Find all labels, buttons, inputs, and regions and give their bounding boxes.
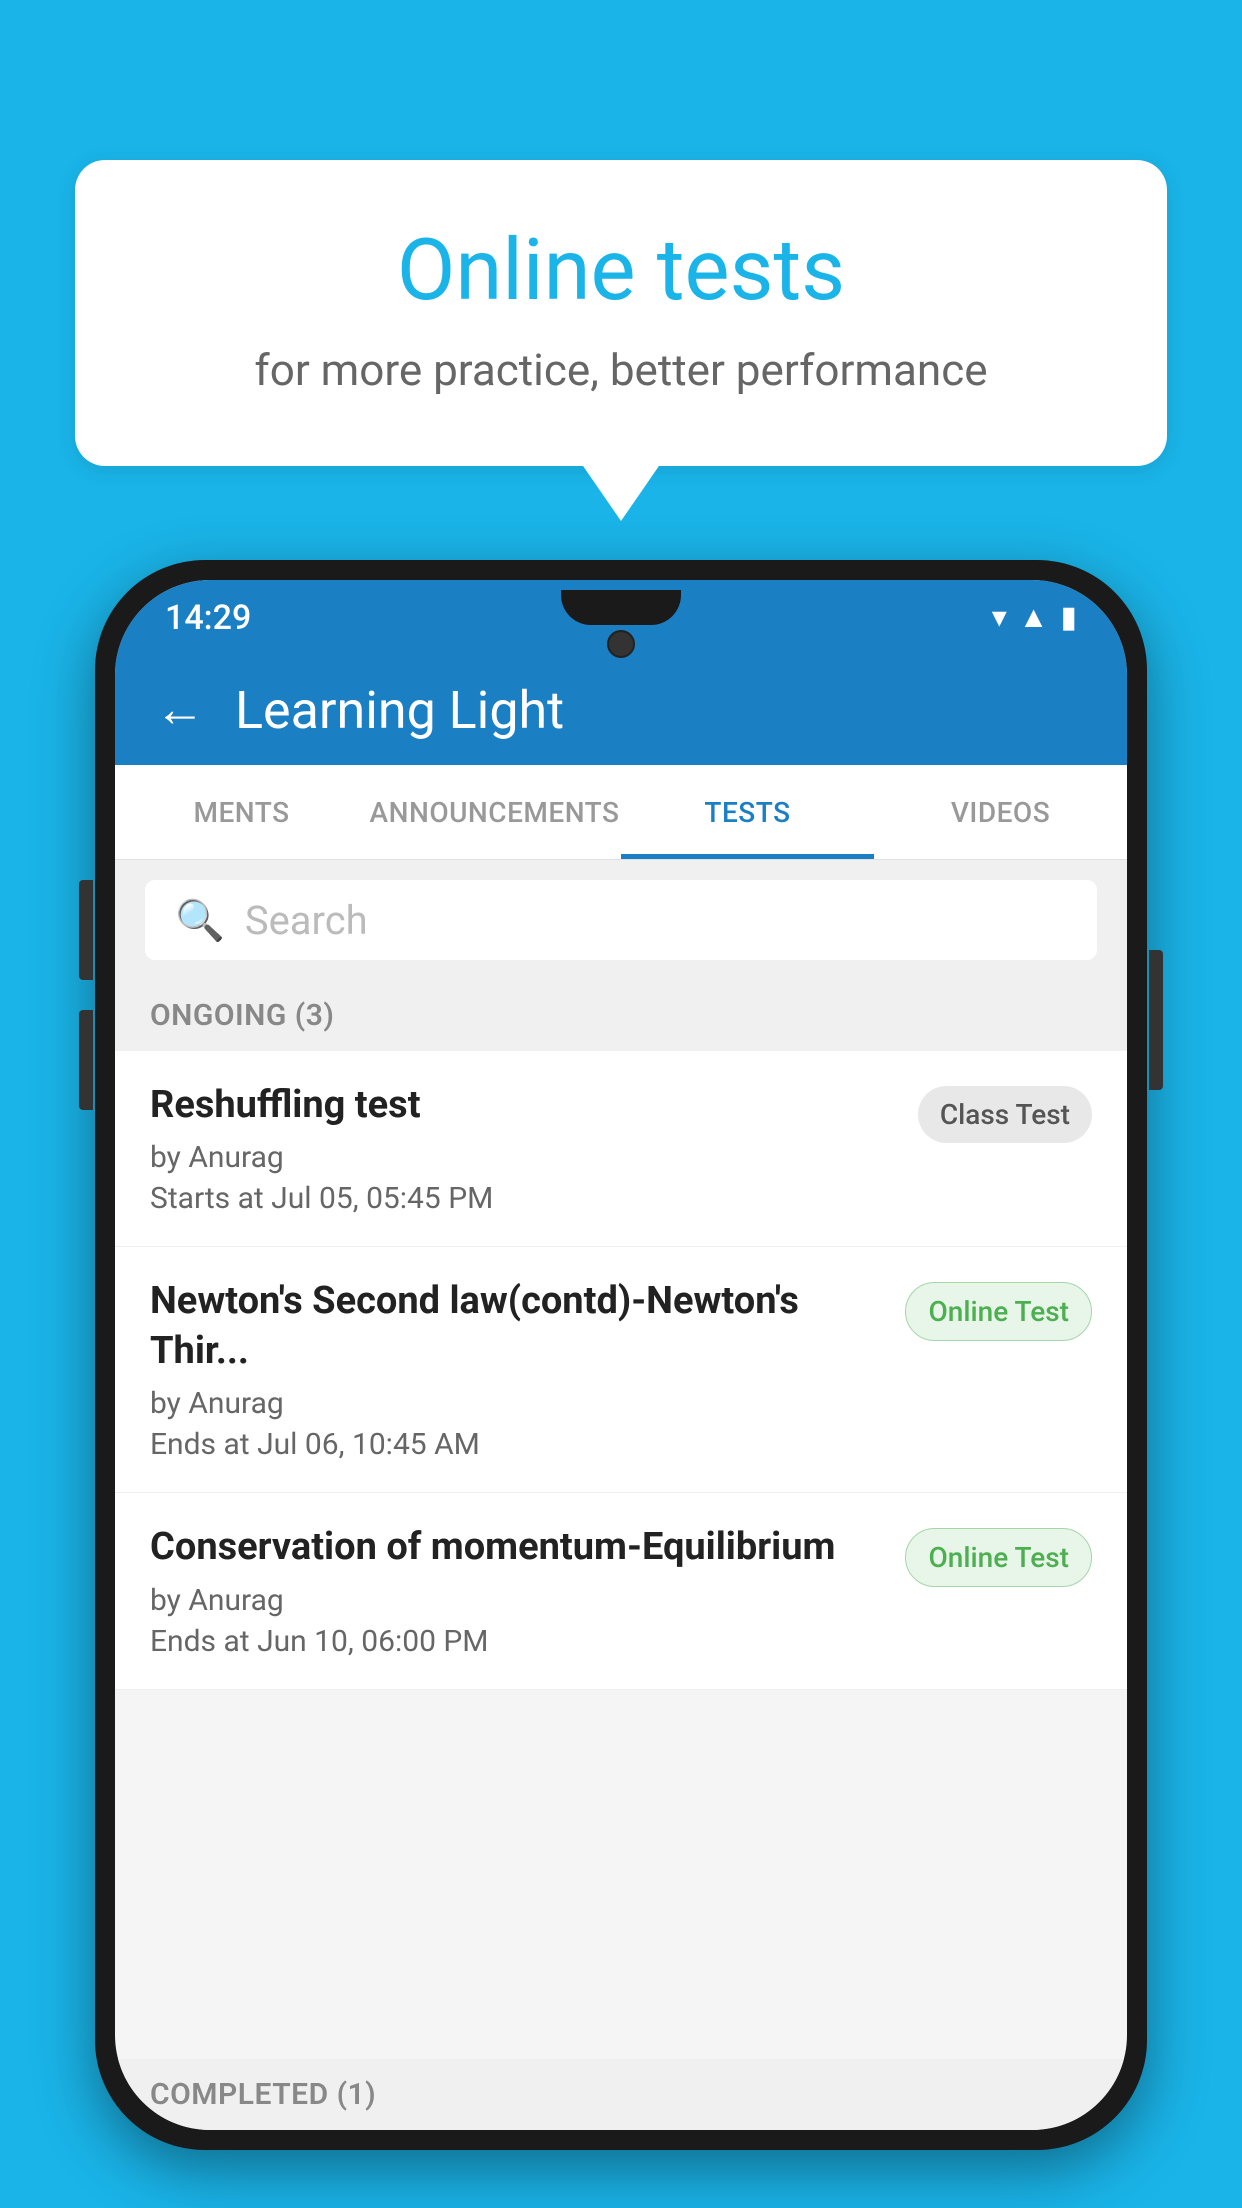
test-item-1[interactable]: Reshuffling test by Anurag Starts at Jul…	[115, 1051, 1127, 1247]
screen-content: 14:29 ▾ ▲ ▮ ← Learning Light MENTS	[115, 580, 1127, 2130]
battery-icon: ▮	[1060, 600, 1077, 635]
test-name-1: Reshuffling test	[150, 1081, 898, 1130]
test-item-3[interactable]: Conservation of momentum-Equilibrium by …	[115, 1493, 1127, 1689]
phone-device: 14:29 ▾ ▲ ▮ ← Learning Light MENTS	[95, 560, 1147, 2150]
app-header: ← Learning Light	[115, 655, 1127, 765]
test-author-3: by Anurag	[150, 1583, 885, 1618]
tabs-bar: MENTS ANNOUNCEMENTS TESTS VIDEOS	[115, 765, 1127, 860]
test-time-2: Ends at Jul 06, 10:45 AM	[150, 1427, 885, 1462]
power-button[interactable]	[1149, 950, 1163, 1090]
tab-tests[interactable]: TESTS	[621, 765, 874, 859]
signal-icon: ▲	[1019, 600, 1049, 635]
test-author-2: by Anurag	[150, 1386, 885, 1421]
search-container: 🔍 Search	[115, 860, 1127, 980]
speech-bubble: Online tests for more practice, better p…	[75, 160, 1167, 466]
test-author-1: by Anurag	[150, 1140, 898, 1175]
volume-up-button[interactable]	[79, 880, 93, 980]
tab-videos[interactable]: VIDEOS	[874, 765, 1127, 859]
app-title: Learning Light	[235, 680, 564, 741]
wifi-icon: ▾	[992, 600, 1007, 635]
test-badge-3: Online Test	[905, 1528, 1092, 1587]
ongoing-section-header: ONGOING (3)	[115, 980, 1127, 1051]
tests-list: Reshuffling test by Anurag Starts at Jul…	[115, 1051, 1127, 1690]
completed-section-header: COMPLETED (1)	[115, 2059, 1127, 2130]
test-info-1: Reshuffling test by Anurag Starts at Jul…	[150, 1081, 898, 1216]
bubble-title: Online tests	[155, 220, 1087, 320]
bubble-subtitle: for more practice, better performance	[155, 344, 1087, 396]
test-time-1: Starts at Jul 05, 05:45 PM	[150, 1181, 898, 1216]
search-placeholder: Search	[245, 897, 368, 944]
test-info-3: Conservation of momentum-Equilibrium by …	[150, 1523, 885, 1658]
volume-down-button[interactable]	[79, 1010, 93, 1110]
test-item-2[interactable]: Newton's Second law(contd)-Newton's Thir…	[115, 1247, 1127, 1493]
test-name-2: Newton's Second law(contd)-Newton's Thir…	[150, 1277, 885, 1376]
status-time: 14:29	[165, 598, 251, 638]
status-icons: ▾ ▲ ▮	[992, 600, 1077, 635]
test-badge-2: Online Test	[905, 1282, 1092, 1341]
phone-container: 14:29 ▾ ▲ ▮ ← Learning Light MENTS	[95, 560, 1147, 2208]
test-info-2: Newton's Second law(contd)-Newton's Thir…	[150, 1277, 885, 1462]
search-icon: 🔍	[175, 897, 225, 944]
search-bar[interactable]: 🔍 Search	[145, 880, 1097, 960]
test-time-3: Ends at Jun 10, 06:00 PM	[150, 1624, 885, 1659]
tab-ments[interactable]: MENTS	[115, 765, 368, 859]
phone-screen: 14:29 ▾ ▲ ▮ ← Learning Light MENTS	[115, 580, 1127, 2130]
tab-announcements[interactable]: ANNOUNCEMENTS	[368, 765, 621, 859]
back-button[interactable]: ←	[155, 685, 205, 735]
phone-notch	[561, 590, 681, 625]
test-name-3: Conservation of momentum-Equilibrium	[150, 1523, 885, 1572]
camera-icon	[607, 630, 635, 658]
test-badge-1: Class Test	[918, 1086, 1092, 1143]
